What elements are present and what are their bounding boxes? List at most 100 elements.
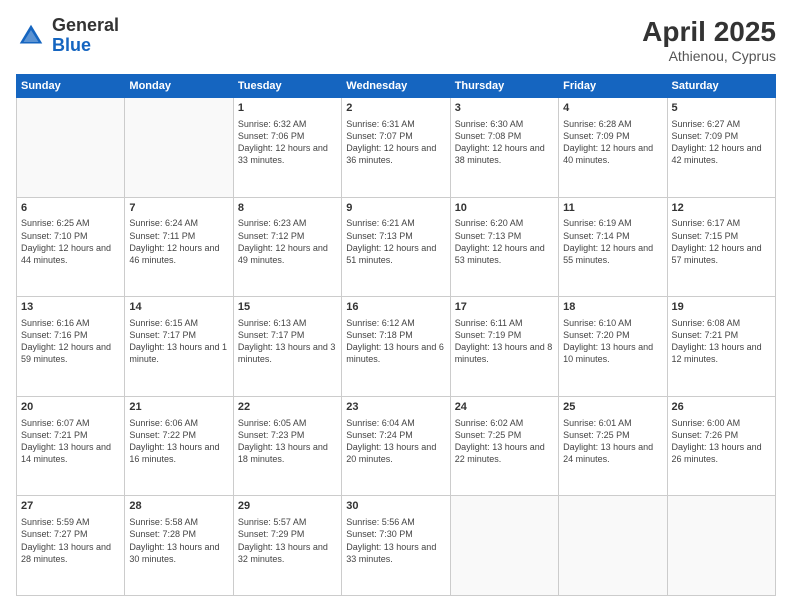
day-number: 20	[21, 400, 120, 415]
calendar-cell: 24 Sunrise: 6:02 AMSunset: 7:25 PMDayligh…	[450, 396, 558, 496]
day-info: Sunrise: 6:10 AMSunset: 7:20 PMDaylight:…	[563, 317, 662, 366]
page: General Blue April 2025 Athienou, Cyprus…	[0, 0, 792, 612]
header: General Blue April 2025 Athienou, Cyprus	[16, 16, 776, 64]
day-number: 5	[672, 101, 771, 116]
day-number: 16	[346, 300, 445, 315]
calendar-week-5: 27Sunrise: 5:59 AMSunset: 7:27 PMDayligh…	[17, 496, 776, 596]
day-info: Sunrise: 6:24 AMSunset: 7:11 PMDaylight:…	[129, 217, 228, 266]
calendar-cell: 16 Sunrise: 6:12 AMSunset: 7:18 PMDayligh…	[342, 297, 450, 397]
calendar-cell	[667, 496, 775, 596]
day-info: Sunrise: 5:58 AMSunset: 7:28 PMDaylight:…	[129, 516, 228, 565]
logo-text: General Blue	[52, 16, 119, 56]
day-number: 1	[238, 101, 337, 116]
day-number: 29	[238, 499, 337, 514]
day-info: Sunrise: 6:31 AMSunset: 7:07 PMDaylight:…	[346, 118, 445, 167]
calendar-cell: 15 Sunrise: 6:13 AMSunset: 7:17 PMDayligh…	[233, 297, 341, 397]
day-info: Sunrise: 6:00 AMSunset: 7:26 PMDaylight:…	[672, 417, 771, 466]
weekday-header-friday: Friday	[559, 75, 667, 98]
month-title: April 2025	[642, 16, 776, 48]
day-info: Sunrise: 6:23 AMSunset: 7:12 PMDaylight:…	[238, 217, 337, 266]
day-number: 21	[129, 400, 228, 415]
day-info: Sunrise: 6:05 AMSunset: 7:23 PMDaylight:…	[238, 417, 337, 466]
calendar-cell: 7Sunrise: 6:24 AMSunset: 7:11 PMDaylight…	[125, 197, 233, 297]
logo-blue-text: Blue	[52, 36, 119, 56]
day-info: Sunrise: 6:04 AMSunset: 7:24 PMDaylight:…	[346, 417, 445, 466]
calendar-cell	[559, 496, 667, 596]
day-info: Sunrise: 6:07 AMSunset: 7:21 PMDaylight:…	[21, 417, 120, 466]
logo: General Blue	[16, 16, 119, 56]
calendar-cell: 28 Sunrise: 5:58 AMSunset: 7:28 PMDayligh…	[125, 496, 233, 596]
calendar-cell: 29 Sunrise: 5:57 AMSunset: 7:29 PMDayligh…	[233, 496, 341, 596]
calendar-cell: 27Sunrise: 5:59 AMSunset: 7:27 PMDayligh…	[17, 496, 125, 596]
day-info: Sunrise: 6:01 AMSunset: 7:25 PMDaylight:…	[563, 417, 662, 466]
day-info: Sunrise: 6:27 AMSunset: 7:09 PMDaylight:…	[672, 118, 771, 167]
day-info: Sunrise: 6:08 AMSunset: 7:21 PMDaylight:…	[672, 317, 771, 366]
calendar-cell: 14 Sunrise: 6:15 AMSunset: 7:17 PMDayligh…	[125, 297, 233, 397]
calendar-week-2: 6Sunrise: 6:25 AMSunset: 7:10 PMDaylight…	[17, 197, 776, 297]
day-info: Sunrise: 6:20 AMSunset: 7:13 PMDaylight:…	[455, 217, 554, 266]
weekday-header-sunday: Sunday	[17, 75, 125, 98]
calendar-cell: 23 Sunrise: 6:04 AMSunset: 7:24 PMDayligh…	[342, 396, 450, 496]
calendar-cell: 30Sunrise: 5:56 AMSunset: 7:30 PMDayligh…	[342, 496, 450, 596]
day-number: 18	[563, 300, 662, 315]
weekday-header-saturday: Saturday	[667, 75, 775, 98]
day-info: Sunrise: 6:02 AMSunset: 7:25 PMDaylight:…	[455, 417, 554, 466]
day-info: Sunrise: 6:11 AMSunset: 7:19 PMDaylight:…	[455, 317, 554, 366]
calendar-cell: 20 Sunrise: 6:07 AMSunset: 7:21 PMDayligh…	[17, 396, 125, 496]
day-info: Sunrise: 6:19 AMSunset: 7:14 PMDaylight:…	[563, 217, 662, 266]
calendar-cell	[450, 496, 558, 596]
calendar-week-3: 13 Sunrise: 6:16 AMSunset: 7:16 PMDayligh…	[17, 297, 776, 397]
day-info: Sunrise: 5:57 AMSunset: 7:29 PMDaylight:…	[238, 516, 337, 565]
location-title: Athienou, Cyprus	[642, 48, 776, 64]
calendar-cell: 4 Sunrise: 6:28 AMSunset: 7:09 PMDaylight…	[559, 98, 667, 198]
calendar-cell: 25Sunrise: 6:01 AMSunset: 7:25 PMDayligh…	[559, 396, 667, 496]
day-number: 12	[672, 201, 771, 216]
day-info: Sunrise: 5:56 AMSunset: 7:30 PMDaylight:…	[346, 516, 445, 565]
day-number: 24	[455, 400, 554, 415]
calendar-cell: 6Sunrise: 6:25 AMSunset: 7:10 PMDaylight…	[17, 197, 125, 297]
day-number: 11	[563, 201, 662, 216]
calendar-cell: 13 Sunrise: 6:16 AMSunset: 7:16 PMDayligh…	[17, 297, 125, 397]
calendar-header-row: SundayMondayTuesdayWednesdayThursdayFrid…	[17, 75, 776, 98]
logo-general-text: General	[52, 16, 119, 36]
day-number: 17	[455, 300, 554, 315]
day-number: 19	[672, 300, 771, 315]
day-number: 26	[672, 400, 771, 415]
day-info: Sunrise: 5:59 AMSunset: 7:27 PMDaylight:…	[21, 516, 120, 565]
day-info: Sunrise: 6:28 AMSunset: 7:09 PMDaylight:…	[563, 118, 662, 167]
day-number: 3	[455, 101, 554, 116]
weekday-header-wednesday: Wednesday	[342, 75, 450, 98]
calendar-table: SundayMondayTuesdayWednesdayThursdayFrid…	[16, 74, 776, 596]
day-info: Sunrise: 6:17 AMSunset: 7:15 PMDaylight:…	[672, 217, 771, 266]
calendar-cell: 9Sunrise: 6:21 AMSunset: 7:13 PMDaylight…	[342, 197, 450, 297]
day-info: Sunrise: 6:32 AMSunset: 7:06 PMDaylight:…	[238, 118, 337, 167]
calendar-cell: 18 Sunrise: 6:10 AMSunset: 7:20 PMDayligh…	[559, 297, 667, 397]
day-info: Sunrise: 6:15 AMSunset: 7:17 PMDaylight:…	[129, 317, 228, 366]
day-number: 4	[563, 101, 662, 116]
weekday-header-tuesday: Tuesday	[233, 75, 341, 98]
calendar-cell: 12Sunrise: 6:17 AMSunset: 7:15 PMDayligh…	[667, 197, 775, 297]
calendar-week-1: 1 Sunrise: 6:32 AMSunset: 7:06 PMDaylight…	[17, 98, 776, 198]
day-info: Sunrise: 6:12 AMSunset: 7:18 PMDaylight:…	[346, 317, 445, 366]
calendar-cell: 5 Sunrise: 6:27 AMSunset: 7:09 PMDaylight…	[667, 98, 775, 198]
day-number: 15	[238, 300, 337, 315]
day-info: Sunrise: 6:21 AMSunset: 7:13 PMDaylight:…	[346, 217, 445, 266]
day-number: 13	[21, 300, 120, 315]
day-number: 28	[129, 499, 228, 514]
day-number: 10	[455, 201, 554, 216]
calendar-cell: 11Sunrise: 6:19 AMSunset: 7:14 PMDayligh…	[559, 197, 667, 297]
calendar-cell: 1 Sunrise: 6:32 AMSunset: 7:06 PMDaylight…	[233, 98, 341, 198]
day-info: Sunrise: 6:13 AMSunset: 7:17 PMDaylight:…	[238, 317, 337, 366]
title-block: April 2025 Athienou, Cyprus	[642, 16, 776, 64]
day-number: 6	[21, 201, 120, 216]
calendar-cell: 2 Sunrise: 6:31 AMSunset: 7:07 PMDaylight…	[342, 98, 450, 198]
day-number: 23	[346, 400, 445, 415]
weekday-header-thursday: Thursday	[450, 75, 558, 98]
calendar-cell	[125, 98, 233, 198]
day-info: Sunrise: 6:16 AMSunset: 7:16 PMDaylight:…	[21, 317, 120, 366]
day-number: 2	[346, 101, 445, 116]
day-number: 14	[129, 300, 228, 315]
calendar-cell: 22Sunrise: 6:05 AMSunset: 7:23 PMDayligh…	[233, 396, 341, 496]
calendar-cell: 3Sunrise: 6:30 AMSunset: 7:08 PMDaylight…	[450, 98, 558, 198]
day-info: Sunrise: 6:25 AMSunset: 7:10 PMDaylight:…	[21, 217, 120, 266]
